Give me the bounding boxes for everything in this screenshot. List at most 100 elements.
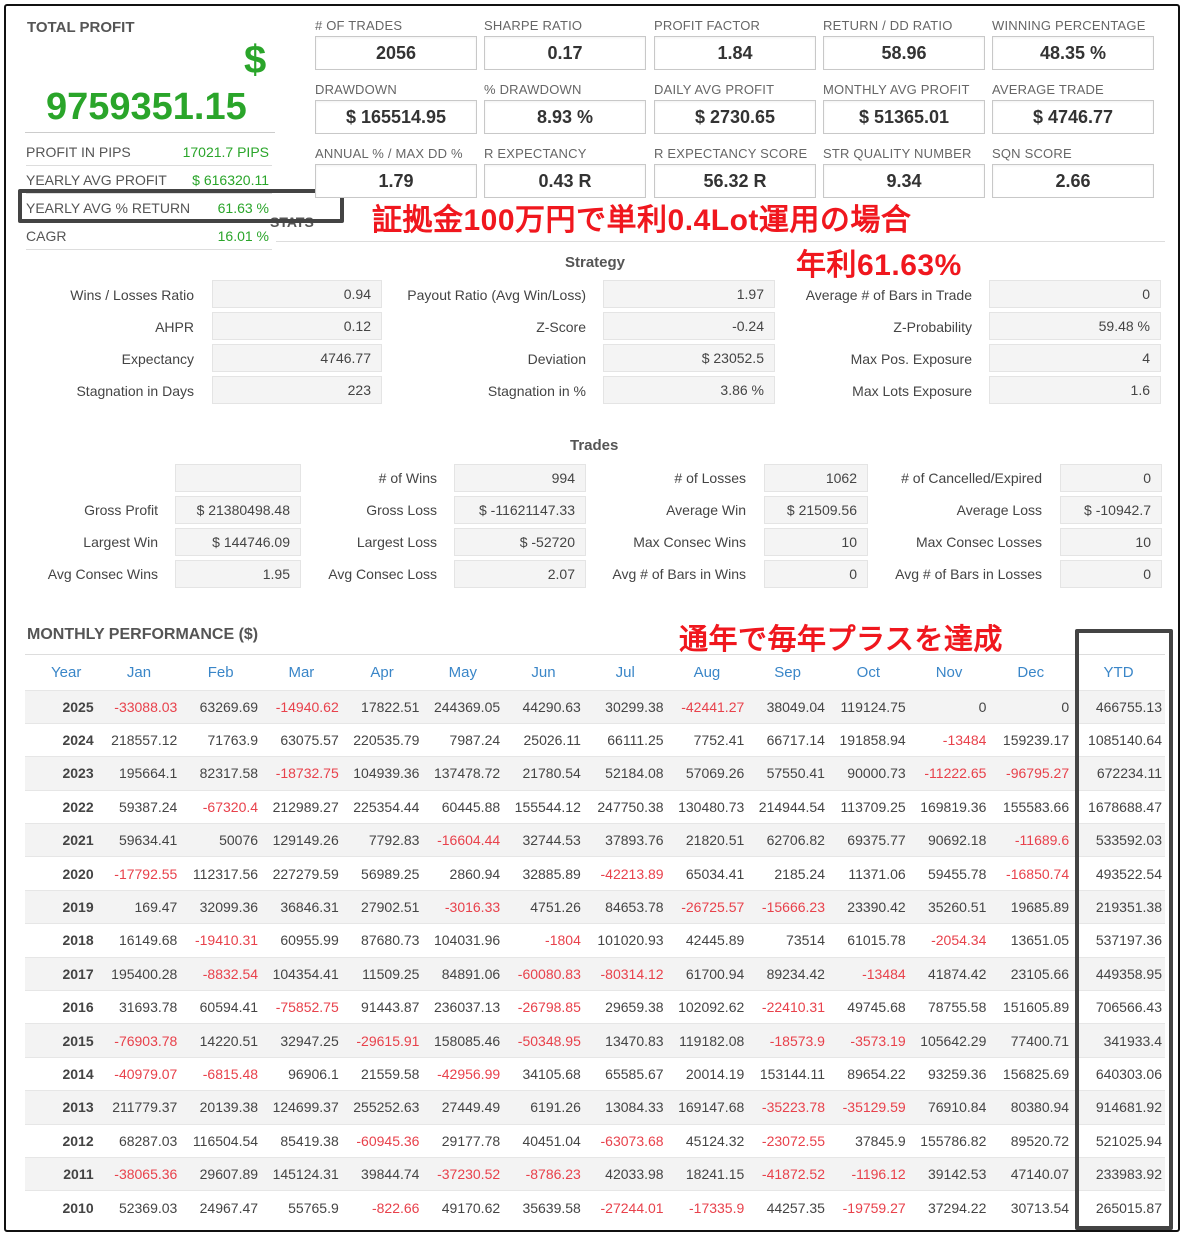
month-cell: 158085.46: [422, 1023, 504, 1058]
month-cell: 38049.04: [747, 689, 828, 724]
month-cell: 11371.06: [827, 856, 909, 891]
trades-stat-label: Average Win: [666, 502, 746, 518]
month-cell: 50076: [180, 823, 262, 857]
month-cell: -26725.57: [666, 889, 748, 924]
month-cell: 247750.38: [583, 789, 667, 824]
monthly-column-header-jan: Jan: [126, 664, 152, 682]
month-cell: -42213.89: [583, 856, 667, 891]
month-cell: -15666.23: [747, 889, 828, 924]
kpi-value: 48.35 %: [992, 36, 1154, 70]
month-cell: 41874.42: [908, 956, 990, 991]
month-cell: 119124.75: [827, 689, 909, 724]
strategy-stat-value: 1.6: [989, 376, 1161, 404]
kpi-label: SQN SCORE: [992, 146, 1072, 161]
month-cell: 65585.67: [583, 1056, 667, 1091]
summary-row-value: 17021.7 PIPS: [182, 144, 269, 160]
strategy-stat-label: Wins / Losses Ratio: [70, 287, 194, 303]
annotation-every-year-positive: 通年で毎年プラスを達成: [679, 624, 1003, 656]
kpi-value: $ 51365.01: [823, 100, 985, 134]
month-cell: 49745.68: [827, 990, 909, 1024]
kpi-value: 1.84: [654, 36, 816, 70]
strategy-stat-label: Deviation: [527, 351, 586, 367]
year-cell: 2010: [25, 1190, 98, 1225]
month-cell: 65034.41: [666, 856, 748, 891]
month-cell: 151605.89: [989, 990, 1073, 1024]
strategy-stat-value: 3.86 %: [603, 376, 775, 404]
month-cell: 59387.24: [97, 789, 181, 824]
kpi-label: R EXPECTANCY: [484, 146, 587, 161]
month-cell: 42445.89: [666, 923, 748, 958]
month-cell: -26798.85: [503, 990, 584, 1024]
month-cell: -38065.36: [97, 1156, 181, 1191]
kpi-label: DAILY AVG PROFIT: [654, 82, 775, 97]
month-cell: 23390.42: [827, 889, 909, 924]
kpi-card: AVERAGE TRADE $ 4746.77: [992, 82, 1156, 134]
month-cell: 89654.22: [827, 1056, 909, 1091]
month-cell: 30713.54: [989, 1190, 1073, 1225]
month-cell: 80380.94: [989, 1090, 1073, 1125]
month-cell: 36846.31: [261, 889, 342, 924]
kpi-value: 1.79: [315, 164, 477, 198]
month-cell: -35223.78: [747, 1090, 828, 1125]
summary-row-label: YEARLY AVG PROFIT: [26, 172, 167, 188]
kpi-label: % DRAWDOWN: [484, 82, 582, 97]
year-cell: 2013: [25, 1090, 98, 1125]
year-cell: 2023: [25, 756, 98, 791]
month-cell: 40451.04: [503, 1123, 584, 1158]
strategy-stat-label: Stagnation in Days: [76, 383, 194, 399]
month-cell: -3573.19: [827, 1023, 909, 1058]
month-cell: 57550.41: [747, 756, 828, 791]
year-cell: 2019: [25, 889, 98, 924]
month-cell: 82317.58: [180, 756, 262, 791]
month-cell: 73514: [747, 923, 828, 958]
monthly-row: 2023 195664.1 82317.58 -18732.75 104939.36 13…: [25, 756, 1165, 791]
kpi-card: DAILY AVG PROFIT $ 2730.65: [654, 82, 818, 134]
monthly-column-header-jun: Jun: [531, 664, 556, 682]
month-cell: 21559.58: [341, 1056, 423, 1091]
section-divider: [276, 241, 1165, 242]
month-cell: 112317.56: [180, 856, 262, 891]
kpi-card: R EXPECTANCY SCORE 56.32 R: [654, 146, 818, 198]
trades-stat-value: $ 144746.09: [175, 528, 301, 556]
month-cell: 195664.1: [97, 756, 181, 791]
month-cell: 236037.13: [422, 990, 504, 1024]
trades-stat-value: 0: [764, 560, 868, 588]
monthly-row: 2017 195400.28 -8832.54 104354.41 11509.25 84…: [25, 956, 1165, 991]
month-cell: 124699.37: [261, 1090, 342, 1125]
month-cell: 195400.28: [97, 956, 181, 991]
monthly-column-header-oct: Oct: [856, 664, 880, 682]
month-cell: 89520.72: [989, 1123, 1073, 1158]
month-cell: 57069.26: [666, 756, 748, 791]
month-cell: 49170.62: [422, 1190, 504, 1225]
month-cell: 18241.15: [666, 1156, 748, 1191]
month-cell: 102092.62: [666, 990, 748, 1024]
trades-stat-label: # of Losses: [674, 470, 746, 486]
month-cell: 156825.69: [989, 1056, 1073, 1091]
month-cell: 32885.89: [503, 856, 584, 891]
month-cell: -60080.83: [503, 956, 584, 991]
trades-stat-value: 0: [1060, 464, 1162, 492]
monthly-row: 2013 211779.37 20139.38 124699.37 255252.63 2…: [25, 1090, 1165, 1125]
trades-stat-value: $ -10942.7: [1060, 496, 1162, 524]
month-cell: -11689.6: [989, 823, 1073, 857]
year-cell: 2024: [25, 722, 98, 757]
month-cell: -8786.23: [503, 1156, 584, 1191]
strategy-stat-label: Max Pos. Exposure: [850, 351, 972, 367]
month-cell: 13084.33: [583, 1090, 667, 1125]
month-cell: 23105.66: [989, 956, 1073, 991]
month-cell: 52184.08: [583, 756, 667, 791]
month-cell: 225354.44: [341, 789, 423, 824]
month-cell: 29607.89: [180, 1156, 262, 1191]
month-cell: -75852.75: [261, 990, 342, 1024]
month-cell: 169819.36: [908, 789, 990, 824]
month-cell: 155786.82: [908, 1123, 990, 1158]
month-cell: 60955.99: [261, 923, 342, 958]
month-cell: 59634.41: [97, 823, 181, 857]
month-cell: 137478.72: [422, 756, 504, 791]
month-cell: 14220.51: [180, 1023, 262, 1058]
kpi-value: 9.34: [823, 164, 985, 198]
month-cell: -3016.33: [422, 889, 504, 924]
month-cell: 6191.26: [503, 1090, 584, 1125]
month-cell: 169147.68: [666, 1090, 748, 1125]
kpi-card: ANNUAL % / MAX DD % 1.79: [315, 146, 479, 198]
